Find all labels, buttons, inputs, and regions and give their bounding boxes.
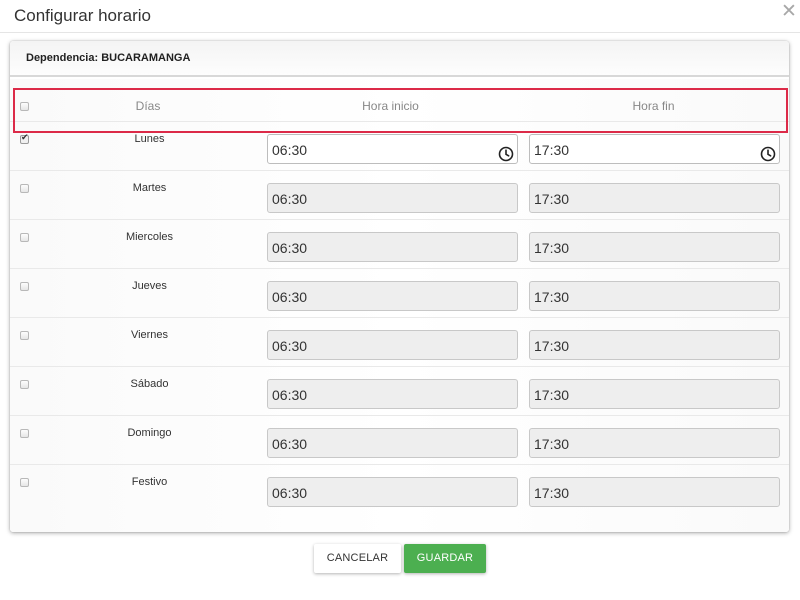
close-icon[interactable]: ✕ [781,2,797,21]
header-days: Días [135,99,161,113]
modal-title: Configurar horario [14,6,152,25]
start-time-input[interactable]: 06:30 [267,281,518,311]
end-time-input[interactable]: 17:30 [529,134,780,164]
dependency-line: Dependencia: BUCARAMANGA [26,52,190,64]
end-time-input[interactable]: 17:30 [529,379,780,409]
day-checkbox[interactable] [20,184,29,193]
start-time-input[interactable]: 06:30 [267,330,518,360]
day-label: Martes [132,182,167,194]
end-time-value: 17:30 [534,240,570,256]
start-time-input[interactable]: 06:30 [267,183,518,213]
start-time-input[interactable]: 06:30 [267,232,518,262]
start-time-value: 06:30 [272,387,308,403]
clock-icon[interactable] [760,142,776,162]
end-time-value: 17:30 [534,485,570,501]
day-checkbox[interactable] [20,282,29,291]
end-time-input[interactable]: 17:30 [529,330,780,360]
table-row: Lunes 06:30 17:30 [10,121,789,170]
end-time-input[interactable]: 17:30 [529,281,780,311]
table-row: Sábado 06:30 17:30 [10,366,789,415]
start-time-input[interactable]: 06:30 [267,477,518,507]
end-time-input[interactable]: 17:30 [529,232,780,262]
day-checkbox[interactable] [20,429,29,438]
header-start-time: Hora inicio [362,99,419,113]
end-time-input[interactable]: 17:30 [529,183,780,213]
day-label: Lunes [134,133,165,145]
end-time-value: 17:30 [534,191,570,207]
start-time-value: 06:30 [272,289,308,305]
start-time-input[interactable]: 06:30 [267,428,518,458]
modal-header: Configurar horario ✕ [0,0,800,33]
cancel-button[interactable]: CANCELAR [314,544,401,573]
schedule-card: Dependencia: BUCARAMANGA Días Hora inici… [10,41,789,532]
card-header: Dependencia: BUCARAMANGA [10,41,789,77]
start-time-value: 06:30 [272,142,308,158]
table-row: Jueves 06:30 17:30 [10,268,789,317]
clock-icon[interactable] [498,142,514,162]
header-end-time: Hora fin [632,99,675,113]
end-time-value: 17:30 [534,289,570,305]
start-time-value: 06:30 [272,191,308,207]
table-row: Viernes 06:30 17:30 [10,317,789,366]
start-time-input[interactable]: 06:30 [267,379,518,409]
end-time-input[interactable]: 17:30 [529,428,780,458]
day-label: Sábado [130,378,169,390]
schedule-modal: Configurar horario ✕ Dependencia: BUCARA… [0,0,800,600]
day-checkbox[interactable] [20,478,29,487]
start-time-value: 06:30 [272,436,308,452]
day-label: Festivo [131,476,168,488]
day-checkbox[interactable] [20,331,29,340]
end-time-value: 17:30 [534,338,570,354]
start-time-value: 06:30 [272,338,308,354]
table-row: Martes 06:30 17:30 [10,170,789,219]
dependency-label: Dependencia: [26,52,99,64]
day-checkbox[interactable] [20,133,29,144]
schedule-table: Días Hora inicio Hora fin Lunes 06:30 17:3… [10,79,789,532]
table-row: Festivo 06:30 17:30 [10,464,789,513]
start-time-value: 06:30 [272,485,308,501]
day-label: Jueves [132,280,167,292]
dependency-value: BUCARAMANGA [101,52,191,64]
day-label: Domingo [127,427,172,439]
end-time-input[interactable]: 17:30 [529,477,780,507]
table-row: Miercoles 06:30 17:30 [10,219,789,268]
end-time-value: 17:30 [534,142,570,158]
start-time-input[interactable]: 06:30 [267,134,518,164]
table-row: Domingo 06:30 17:30 [10,415,789,464]
day-checkbox[interactable] [20,233,29,242]
end-time-value: 17:30 [534,387,570,403]
day-label: Miercoles [125,231,174,243]
save-button[interactable]: GUARDAR [404,544,486,573]
day-checkbox[interactable] [20,380,29,389]
end-time-value: 17:30 [534,436,570,452]
start-time-value: 06:30 [272,240,308,256]
day-label: Viernes [130,329,169,341]
